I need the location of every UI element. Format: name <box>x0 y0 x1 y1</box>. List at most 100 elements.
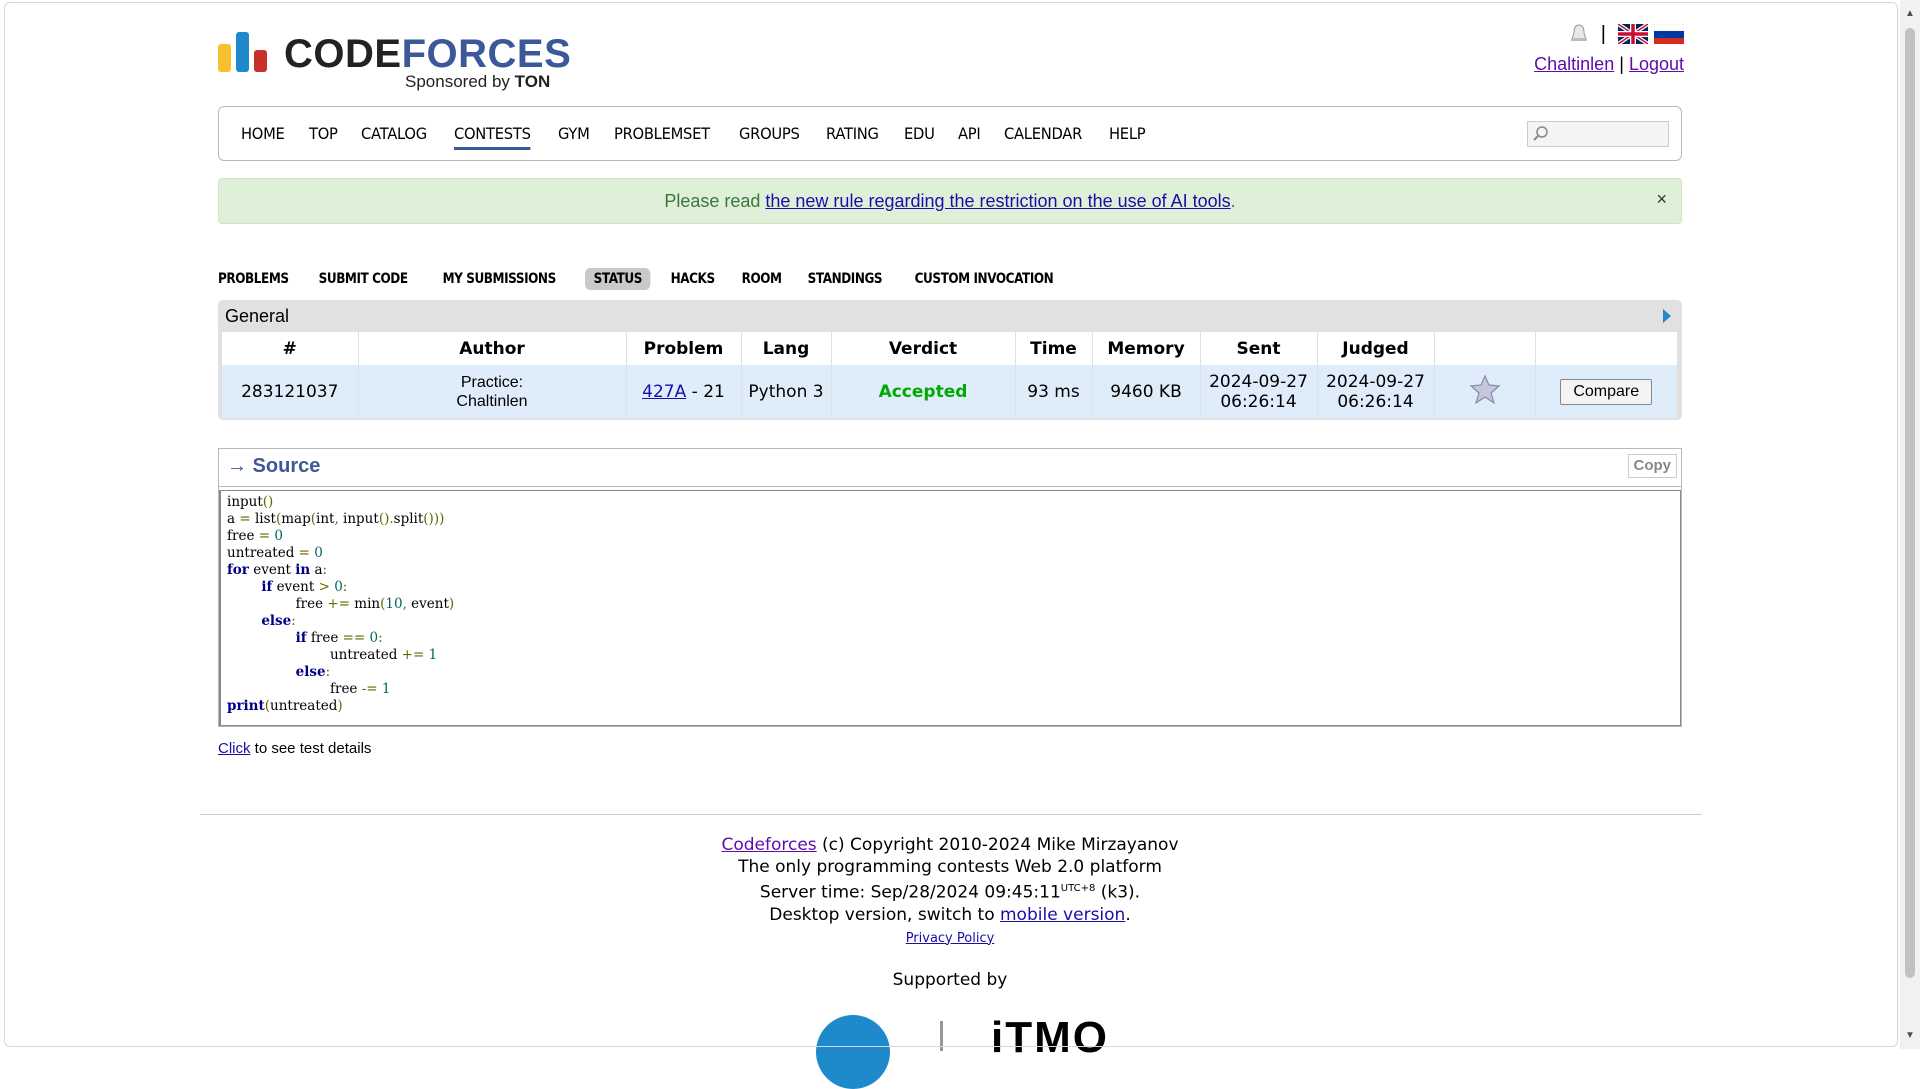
menu-item-problemset[interactable]: PROBLEMSET <box>614 124 710 143</box>
search-icon <box>1533 126 1548 141</box>
itmo-logo[interactable]: iTMO <box>991 1013 1109 1063</box>
status-title: General <box>225 306 290 326</box>
tab-hacks[interactable]: HACKS <box>662 268 723 290</box>
code-line: input() <box>227 494 274 510</box>
test-details-line: Click to see test details <box>218 740 372 757</box>
column-header-verdict: Verdict <box>831 332 1016 365</box>
star-icon[interactable] <box>1469 374 1501 405</box>
code-line: free += min(10, event) <box>227 596 455 612</box>
test-details-link[interactable]: Click <box>218 740 251 757</box>
profile-link[interactable]: Chaltinlen <box>1534 54 1614 74</box>
compare-cell: Compare <box>1535 365 1678 418</box>
user-links: Chaltinlen | Logout <box>1534 54 1684 74</box>
code-line: a = list(map(int, input().split())) <box>227 511 445 527</box>
expand-arrow-icon[interactable] <box>1662 308 1672 324</box>
submission-time: 93 ms <box>1015 365 1093 418</box>
tab-submit-code[interactable]: SUBMIT CODE <box>310 268 416 290</box>
problem-link[interactable]: 427A <box>642 382 686 402</box>
code-line: untreated += 1 <box>227 647 438 663</box>
footer-tagline: The only programming contests Web 2.0 pl… <box>738 857 1162 877</box>
footer-divider <box>200 814 1702 815</box>
tab-my-submissions[interactable]: MY SUBMISSIONS <box>434 268 564 290</box>
code-line: for event in a: <box>227 562 328 578</box>
notification-bell-icon[interactable] <box>1569 23 1589 45</box>
tab-standings[interactable]: STANDINGS <box>799 268 891 290</box>
submission-table: # Author Problem Lang Verdict Time Memor… <box>222 332 1678 418</box>
russian-flag-icon[interactable] <box>1654 24 1684 44</box>
close-icon[interactable]: × <box>1656 177 1667 221</box>
mobile-version-link[interactable]: mobile version <box>1000 905 1125 925</box>
itmo-circle-logo[interactable] <box>816 1015 890 1089</box>
ai-rule-link[interactable]: the new rule regarding the restriction o… <box>765 191 1230 211</box>
table-header-row: # Author Problem Lang Verdict Time Memor… <box>222 332 1678 365</box>
submission-lang: Python 3 <box>741 365 832 418</box>
submission-judged: 2024-09-27 06:26:14 <box>1317 365 1435 418</box>
menu-item-contests[interactable]: CONTESTS <box>454 124 531 150</box>
source-box: → Source Copy input() a = list(map(int, … <box>218 448 1682 727</box>
codeforces-logo[interactable]: CODEFORCES Sponsored by TON <box>218 30 571 92</box>
menu-item-help[interactable]: HELP <box>1109 124 1146 143</box>
tab-status[interactable]: STATUS <box>585 268 651 290</box>
column-header-favourite <box>1434 332 1536 365</box>
main-menu: HOME TOP CATALOG CONTESTS GYM PROBLEMSET… <box>218 106 1682 161</box>
source-code: input() a = list(map(int, input().split(… <box>219 490 1681 726</box>
submission-memory: 9460 KB <box>1092 365 1201 418</box>
sponsor-separator <box>940 1021 943 1051</box>
source-title: → Source Copy <box>219 449 1681 487</box>
menu-item-gym[interactable]: GYM <box>558 124 590 143</box>
menu-item-groups[interactable]: GROUPS <box>739 124 800 143</box>
column-header-judged: Judged <box>1317 332 1435 365</box>
privacy-policy-link[interactable]: Privacy Policy <box>906 931 995 946</box>
column-header-sent: Sent <box>1200 332 1318 365</box>
copy-button[interactable]: Copy <box>1627 454 1677 478</box>
table-row: 283121037 Practice: Chaltinlen 427A - 21 … <box>222 365 1678 418</box>
footer-copyright: Codeforces (c) Copyright 2010-2024 Mike … <box>721 835 1179 855</box>
submission-problem: 427A - 21 <box>626 365 742 418</box>
submission-id: 283121037 <box>222 365 359 418</box>
scrollbar[interactable]: ▲ ▼ <box>1900 0 1920 1049</box>
code-line: else: <box>261 613 296 629</box>
code-line: if free == 0: <box>295 630 383 646</box>
logo-bars-icon <box>218 32 270 72</box>
compare-button[interactable]: Compare <box>1560 378 1653 405</box>
submission-verdict: Accepted <box>831 365 1016 418</box>
codeforces-link[interactable]: Codeforces <box>721 835 816 855</box>
column-header-time: Time <box>1015 332 1093 365</box>
english-flag-icon[interactable] <box>1618 24 1648 44</box>
search-input[interactable] <box>1527 121 1669 147</box>
logout-link[interactable]: Logout <box>1629 54 1684 74</box>
column-header-compare <box>1535 332 1678 365</box>
ai-rule-notice: Please read the new rule regarding the r… <box>218 178 1682 224</box>
footer-desktop-version: Desktop version, switch to mobile versio… <box>769 904 1131 925</box>
contest-submenu: PROBLEMS SUBMIT CODE MY SUBMISSIONS STAT… <box>218 266 1087 292</box>
menu-item-calendar[interactable]: CALENDAR <box>1004 124 1082 143</box>
favourite-cell <box>1434 365 1536 418</box>
menu-item-rating[interactable]: RATING <box>826 124 879 143</box>
menu-item-edu[interactable]: EDU <box>904 124 935 143</box>
sponsor-logos: iTMO <box>816 1013 1176 1089</box>
tab-custom-invocation[interactable]: CUSTOM INVOCATION <box>906 268 1062 290</box>
scroll-up-arrow-icon[interactable]: ▲ <box>1905 8 1915 19</box>
column-header-author: Author <box>358 332 627 365</box>
menu-item-home[interactable]: HOME <box>241 124 285 143</box>
column-header-memory: Memory <box>1092 332 1201 365</box>
code-line: free -= 1 <box>227 681 391 697</box>
separator: | <box>1600 22 1606 45</box>
column-header-lang: Lang <box>741 332 832 365</box>
supported-by: Supported by <box>892 970 1008 990</box>
footer-server-time: Server time: Sep/28/2024 09:45:11UTC+8 (… <box>759 882 1141 903</box>
code-line: free = 0 <box>227 528 283 544</box>
column-header-problem: Problem <box>626 332 742 365</box>
scroll-down-arrow-icon[interactable]: ▼ <box>1905 1030 1915 1041</box>
submission-author: Practice: Chaltinlen <box>358 365 627 418</box>
page: CODEFORCES Sponsored by TON | Chaltinlen… <box>0 0 1920 1089</box>
code-line: print(untreated) <box>227 698 343 714</box>
code-line: untreated = 0 <box>227 545 323 561</box>
menu-item-catalog[interactable]: CATALOG <box>361 124 427 143</box>
code-line: else: <box>295 664 331 680</box>
tab-room[interactable]: ROOM <box>733 268 790 290</box>
tab-problems[interactable]: PROBLEMS <box>218 268 297 290</box>
menu-item-top[interactable]: TOP <box>309 124 338 143</box>
scroll-thumb[interactable] <box>1905 28 1915 978</box>
menu-item-api[interactable]: API <box>958 124 981 143</box>
